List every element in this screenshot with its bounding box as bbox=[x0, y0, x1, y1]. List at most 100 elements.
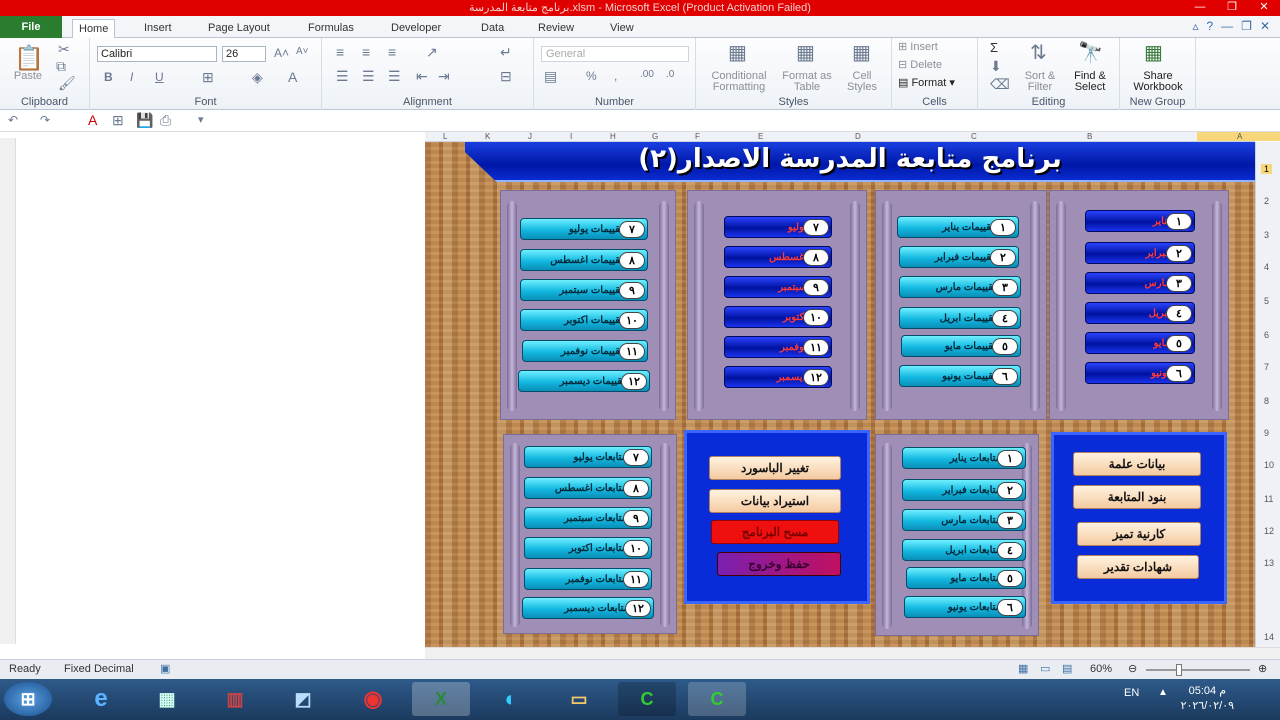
row-header[interactable]: 11 bbox=[1264, 494, 1273, 504]
accounting-icon[interactable]: ▤ bbox=[544, 68, 557, 85]
minimize-icon[interactable]: — bbox=[1184, 0, 1216, 16]
col-header[interactable]: J bbox=[528, 132, 532, 141]
align-right-icon[interactable]: ☰ bbox=[388, 68, 401, 85]
col-header[interactable]: L bbox=[443, 132, 447, 141]
evaluation-button[interactable]: تقييمات مارس ٣ bbox=[899, 276, 1021, 298]
cell-styles-button[interactable]: Cell Styles bbox=[838, 71, 886, 93]
col-header[interactable]: E bbox=[758, 132, 763, 141]
close-icon[interactable]: ✕ bbox=[1248, 0, 1280, 16]
followup-button[interactable]: متابعات يناير ١ bbox=[902, 447, 1026, 469]
grow-font-icon[interactable]: A˄ bbox=[274, 46, 289, 60]
col-header[interactable]: G bbox=[652, 132, 658, 141]
month-button[interactable]: ديسمبر ١٢ bbox=[724, 366, 832, 388]
month-button[interactable]: يناير ١ bbox=[1085, 210, 1195, 232]
control-panel-icon[interactable]: ▦ bbox=[138, 682, 196, 716]
vertical-scrollbar[interactable] bbox=[0, 138, 16, 644]
customize-qat-icon[interactable]: ▾ bbox=[198, 113, 204, 126]
find-select-button[interactable]: Find & Select bbox=[1066, 71, 1114, 93]
evaluation-button[interactable]: تقييمات يونيو ٦ bbox=[899, 365, 1021, 387]
workbook-restore-icon[interactable]: ❐ bbox=[1241, 19, 1252, 33]
share-workbook-button[interactable]: Share Workbook bbox=[1124, 71, 1192, 93]
tab-insert[interactable]: Insert bbox=[138, 19, 178, 38]
notes-icon[interactable]: ◩ bbox=[274, 682, 332, 716]
undo-icon[interactable]: ↶ bbox=[8, 113, 18, 127]
outdent-icon[interactable]: ⇥ bbox=[438, 68, 450, 85]
autosum-button[interactable]: Σ bbox=[990, 40, 998, 55]
edge-icon[interactable]: ◐ bbox=[482, 682, 540, 716]
macro-record-icon[interactable]: ▣ bbox=[160, 662, 170, 675]
row-header-selected[interactable]: 1 bbox=[1261, 164, 1273, 174]
format-table-icon[interactable]: ▦ bbox=[796, 40, 815, 65]
row-header[interactable]: 13 bbox=[1264, 558, 1274, 568]
italic-button[interactable]: I bbox=[130, 70, 133, 84]
evaluation-button[interactable]: تقييمات اغسطس ٨ bbox=[520, 249, 648, 271]
save-icon[interactable]: 💾 bbox=[136, 112, 153, 129]
indent-icon[interactable]: ⇤ bbox=[416, 68, 428, 85]
month-button[interactable]: فبراير ٢ bbox=[1085, 242, 1195, 264]
general-data-button[interactable]: بيانات علمة bbox=[1073, 452, 1201, 476]
show-hidden-icons-icon[interactable]: ▲ bbox=[1158, 687, 1168, 698]
row-header[interactable]: 14 bbox=[1264, 632, 1274, 642]
evaluation-button[interactable]: تقييمات فبراير ٢ bbox=[899, 246, 1019, 268]
format-painter-icon[interactable]: 🖌 bbox=[58, 75, 76, 92]
change-password-button[interactable]: تغيير الباسورد bbox=[709, 456, 841, 480]
align-center-icon[interactable]: ☰ bbox=[362, 68, 375, 85]
row-header[interactable]: 4 bbox=[1264, 262, 1269, 272]
followup-items-button[interactable]: بنود المتابعة bbox=[1073, 485, 1201, 509]
underline-button[interactable]: U bbox=[155, 70, 164, 84]
minimize-ribbon-icon[interactable]: ▵ bbox=[1192, 19, 1198, 33]
page-break-view-icon[interactable]: ▤ bbox=[1062, 662, 1072, 675]
system-clock[interactable]: 05:04 م ٢٠٢٦/٠٢/٠٩ bbox=[1181, 684, 1234, 714]
followup-button[interactable]: متابعات ابريل ٤ bbox=[902, 539, 1026, 561]
increase-decimal-icon[interactable]: .00 bbox=[640, 69, 654, 80]
evaluation-button[interactable]: تقييمات اكتوبر ١٠ bbox=[520, 309, 648, 331]
help-icon[interactable]: ? bbox=[1206, 19, 1213, 33]
file-explorer-icon[interactable]: ▭ bbox=[550, 682, 608, 716]
comma-button[interactable]: , bbox=[614, 69, 617, 83]
col-header[interactable]: B bbox=[1087, 132, 1092, 141]
col-header[interactable]: C bbox=[971, 132, 977, 141]
delete-cells-button[interactable]: ⊟ Delete bbox=[898, 60, 968, 71]
month-button[interactable]: ابريل ٤ bbox=[1085, 302, 1195, 324]
worksheet[interactable]: برنامج متابعة المدرسة الاصدار(٢) يناير ١ … bbox=[425, 142, 1255, 647]
excellence-card-button[interactable]: كارنية تميز bbox=[1077, 522, 1201, 546]
excel-taskbar-icon[interactable]: X bbox=[412, 682, 470, 716]
row-header[interactable]: 10 bbox=[1264, 460, 1274, 470]
format-as-table-button[interactable]: Format as Table bbox=[782, 71, 832, 93]
font-family-select[interactable]: Calibri bbox=[97, 46, 217, 62]
row-header[interactable]: 7 bbox=[1264, 362, 1269, 372]
certificates-button[interactable]: شهادات تقدير bbox=[1077, 555, 1199, 579]
clear-icon[interactable]: ⌫ bbox=[990, 76, 1010, 93]
chrome-icon[interactable]: ◉ bbox=[344, 682, 402, 716]
zoom-slider[interactable] bbox=[1146, 669, 1250, 671]
month-button[interactable]: نوفمبر ١١ bbox=[724, 336, 832, 358]
align-left-icon[interactable]: ☰ bbox=[336, 68, 349, 85]
language-indicator[interactable]: EN bbox=[1124, 687, 1139, 699]
font-color-qat-icon[interactable]: A bbox=[88, 112, 97, 128]
month-button[interactable]: سبتمبر ٩ bbox=[724, 276, 832, 298]
internet-explorer-icon[interactable]: e bbox=[72, 682, 130, 716]
month-button[interactable]: يونيو ٦ bbox=[1085, 362, 1195, 384]
wrap-text-icon[interactable]: ↵ bbox=[500, 44, 512, 61]
normal-view-icon[interactable]: ▦ bbox=[1018, 662, 1028, 675]
cut-icon[interactable]: ✂ bbox=[58, 41, 70, 58]
tab-formulas[interactable]: Formulas bbox=[302, 19, 360, 38]
save-exit-button[interactable]: حفظ وخروج bbox=[717, 552, 841, 576]
followup-button[interactable]: متابعات يوليو ٧ bbox=[524, 446, 652, 468]
col-header[interactable]: F bbox=[695, 132, 700, 141]
orientation-icon[interactable]: ↗ bbox=[426, 44, 438, 61]
camtasia-recorder-icon[interactable]: C bbox=[688, 682, 746, 716]
evaluation-button[interactable]: تقييمات يوليو ٧ bbox=[520, 218, 648, 240]
merge-center-icon[interactable]: ⊟ bbox=[500, 68, 512, 85]
zoom-in-icon[interactable]: ⊕ bbox=[1258, 662, 1267, 675]
sort-filter-button[interactable]: Sort & Filter bbox=[1018, 71, 1062, 93]
print-icon[interactable]: ⎙ bbox=[160, 112, 171, 129]
copy-icon[interactable]: ⧉ bbox=[56, 58, 66, 75]
font-color-icon[interactable]: A bbox=[288, 69, 297, 85]
align-top-icon[interactable]: ≡ bbox=[336, 44, 344, 60]
col-header[interactable]: K bbox=[485, 132, 490, 141]
col-header[interactable]: D bbox=[855, 132, 861, 141]
month-button[interactable]: يوليو ٧ bbox=[724, 216, 832, 238]
zoom-slider-thumb[interactable] bbox=[1176, 664, 1182, 676]
insert-cells-button[interactable]: ⊞ Insert bbox=[898, 42, 968, 53]
